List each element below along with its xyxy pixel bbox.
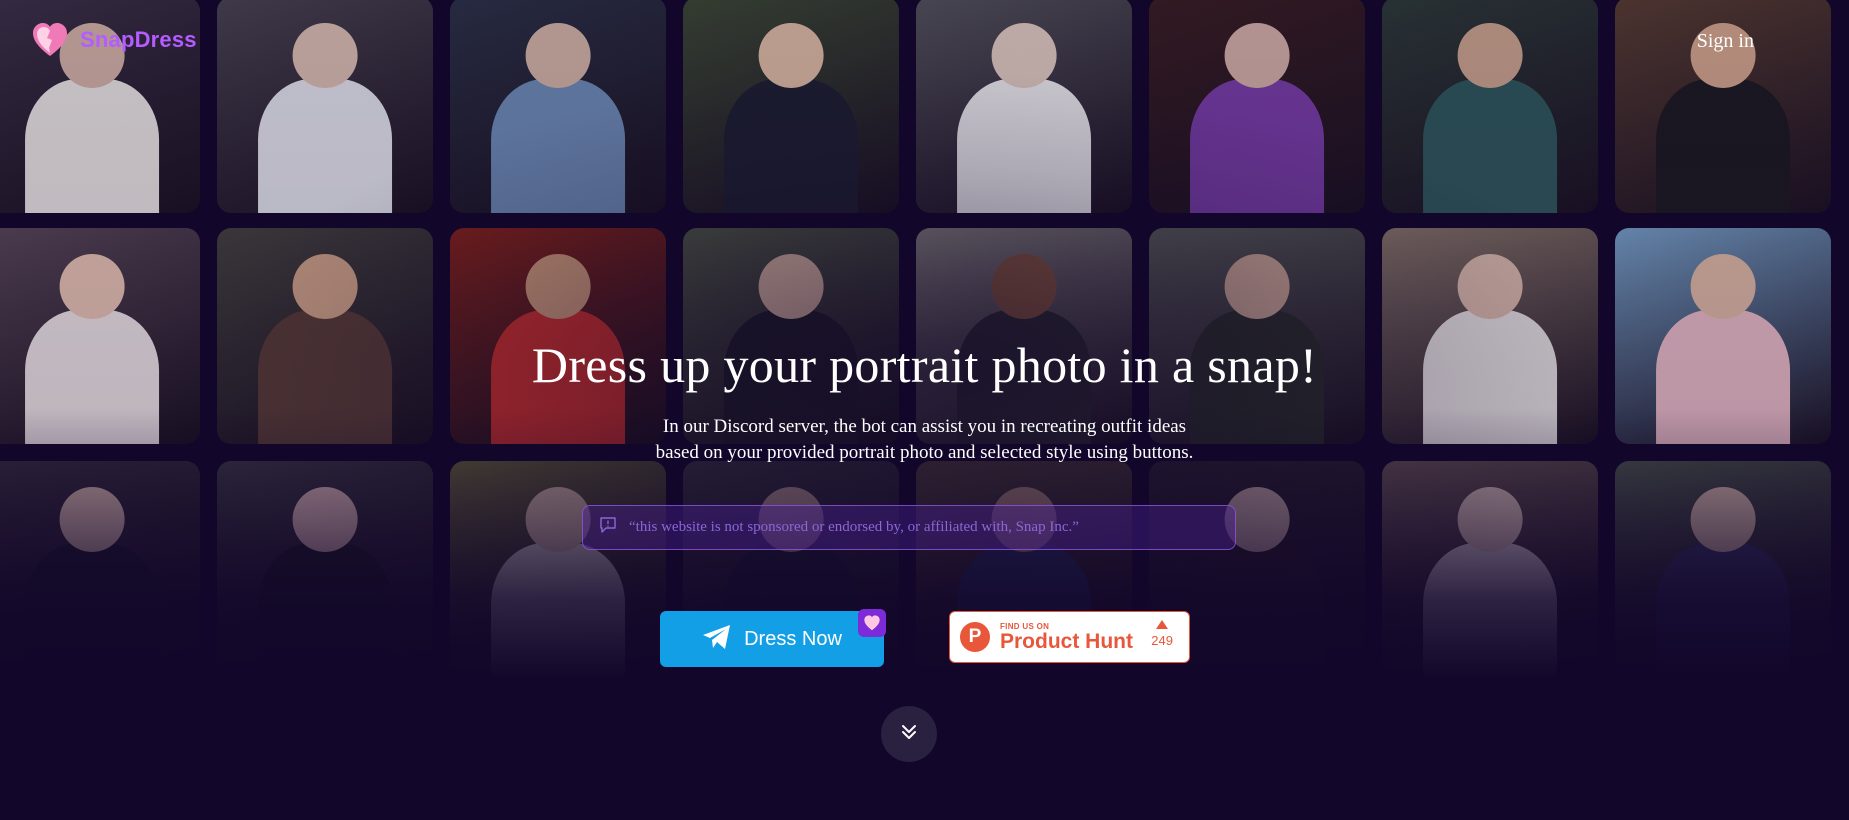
brand-name: SnapDress — [80, 27, 197, 52]
product-hunt-text: FIND US ON Product Hunt — [1000, 622, 1133, 653]
disclaimer-text: “this website is not sponsored or endors… — [629, 519, 1079, 535]
hero-subtitle-line2: based on your provided portrait photo an… — [655, 442, 1194, 463]
signin-link[interactable]: Sign in — [1697, 30, 1754, 53]
hero-subtitle-line1: In our Discord server, the bot can assis… — [662, 416, 1187, 437]
product-hunt-votes: 249 — [1151, 620, 1173, 648]
dress-now-label: Dress Now — [744, 627, 842, 650]
scroll-down-button[interactable] — [881, 706, 937, 762]
product-hunt-label: Product Hunt — [1000, 629, 1133, 653]
disclaimer-notice: “this website is not sponsored or endors… — [582, 505, 1236, 550]
product-hunt-badge[interactable]: P FIND US ON Product Hunt 249 — [949, 611, 1190, 663]
dress-now-button[interactable]: Dress Now — [660, 609, 886, 667]
message-icon — [599, 516, 617, 539]
hero-subtitle: In our Discord server, the bot can assis… — [0, 414, 1849, 466]
upvote-arrow-icon — [1156, 620, 1169, 629]
hero-title: Dress up your portrait photo in a snap! — [531, 337, 1318, 393]
upvote-count: 249 — [1151, 633, 1173, 648]
heart-logo-icon — [30, 20, 70, 60]
telegram-icon — [702, 624, 732, 655]
brand-logo[interactable]: SnapDress — [30, 20, 197, 60]
double-chevron-down-icon — [899, 722, 919, 747]
heart-badge-icon — [858, 609, 886, 637]
product-hunt-logo-icon: P — [960, 622, 990, 652]
